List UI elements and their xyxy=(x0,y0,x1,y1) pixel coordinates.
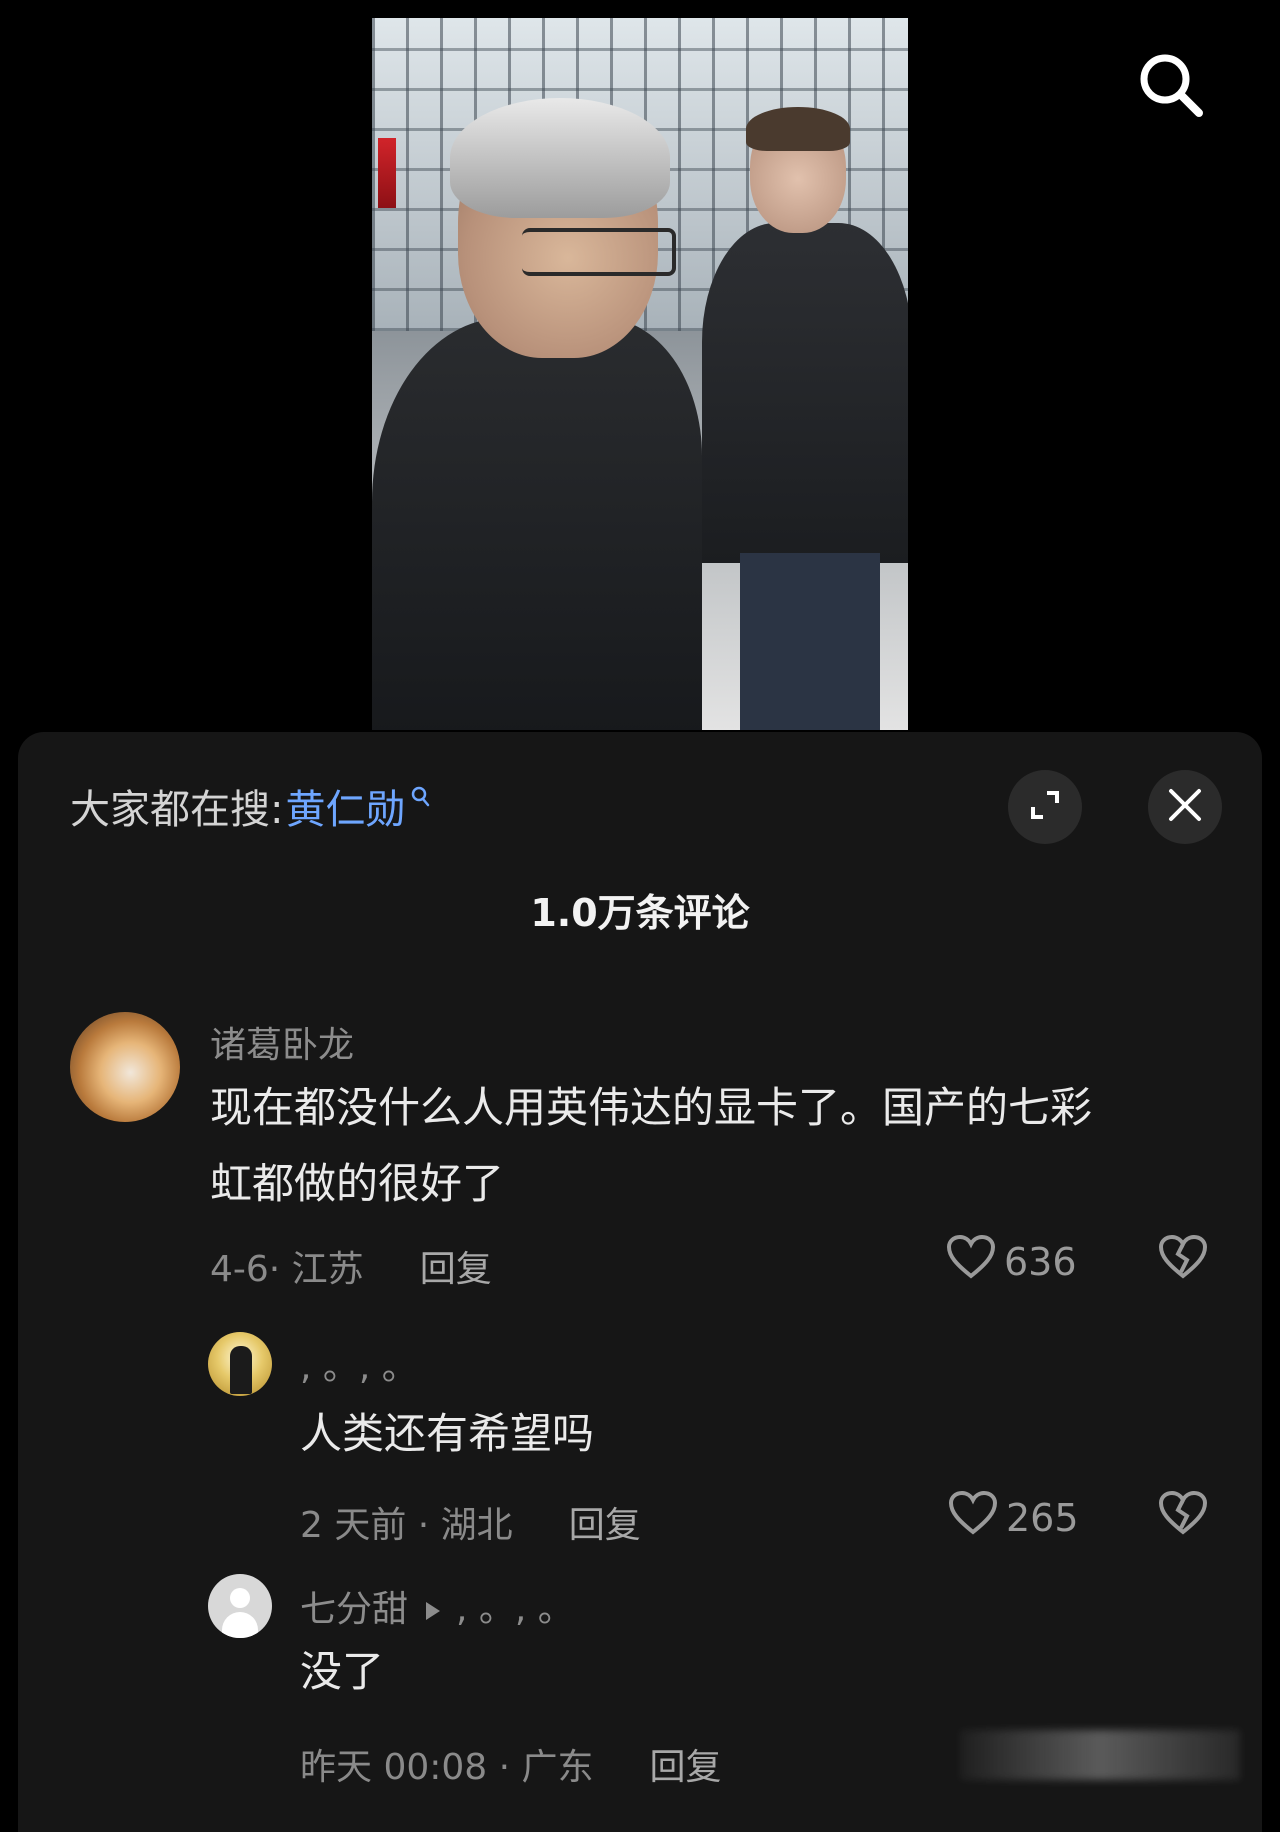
expand-button[interactable] xyxy=(1008,770,1082,844)
reply-username[interactable]: 七分甜 xyxy=(300,1589,408,1630)
comment-text-line: 现在都没什么人用英伟达的显卡了。国产的七彩 xyxy=(210,1083,1093,1132)
small-search-icon xyxy=(411,772,431,818)
like-button[interactable]: 265 xyxy=(948,1490,1079,1545)
watermark xyxy=(960,1730,1240,1780)
heart-icon xyxy=(946,1234,1004,1289)
reply-target-username[interactable]: , 。, 。 xyxy=(456,1589,574,1630)
like-count: 636 xyxy=(1004,1239,1077,1284)
reply-meta: 昨天 00:08 · 广东 回复 xyxy=(300,1738,722,1790)
reply-time-location: 昨天 00:08 · 广东 xyxy=(300,1747,594,1788)
broken-heart-icon xyxy=(1158,1490,1208,1540)
reply-button[interactable]: 回复 xyxy=(650,1738,722,1790)
reply-time-location: 2 天前 · 湖北 xyxy=(300,1505,513,1546)
comment-item: 诸葛卧龙 现在都没什么人用英伟达的显卡了。国产的七彩 虹都做的很好了 4-6· … xyxy=(18,1012,1262,1312)
close-icon xyxy=(1167,787,1203,827)
reply-text: 人类还有希望吗 xyxy=(300,1409,595,1458)
comment-sheet: 大家都在搜: 黄仁勋 1.0万条评论 诸葛卧龙 现在都没什么人用英伟达的显卡了。… xyxy=(18,732,1262,1832)
trending-keyword-link[interactable]: 黄仁勋 xyxy=(285,777,405,835)
trending-prefix: 大家都在搜: xyxy=(70,787,284,833)
comment-count: 1.0万条评论 xyxy=(530,891,750,935)
search-icon[interactable] xyxy=(1136,50,1206,120)
dislike-button[interactable] xyxy=(1158,1234,1208,1284)
like-count: 265 xyxy=(1006,1495,1079,1540)
avatar[interactable] xyxy=(208,1332,272,1396)
reply-text: 没了 xyxy=(300,1647,385,1696)
comment-meta: 4-6· 江苏 回复 xyxy=(210,1240,492,1292)
reply-button[interactable]: 回复 xyxy=(420,1240,492,1292)
comment-text: 现在都没什么人用英伟达的显卡了。国产的七彩 虹都做的很好了 xyxy=(210,1070,1210,1222)
person-bodyguard xyxy=(702,107,908,730)
dislike-button[interactable] xyxy=(1158,1490,1208,1540)
broken-heart-icon xyxy=(1158,1234,1208,1284)
video-player[interactable] xyxy=(372,18,908,730)
close-button[interactable] xyxy=(1148,770,1222,844)
reply-item: , 。, 。 人类还有希望吗 2 天前 · 湖北 回复 265 xyxy=(18,1332,1262,1552)
reply-meta: 2 天前 · 湖北 回复 xyxy=(300,1496,641,1548)
comment-username[interactable]: 诸葛卧龙 xyxy=(210,1016,354,1068)
comment-text-line: 虹都做的很好了 xyxy=(210,1159,505,1208)
reply-username[interactable]: , 。, 。 xyxy=(300,1338,418,1390)
reply-username-row: 七分甜 , 。, 。 xyxy=(300,1580,574,1632)
comment-time-location: 4-6· 江苏 xyxy=(210,1249,364,1290)
person-main xyxy=(372,88,732,730)
heart-icon xyxy=(948,1490,1006,1545)
trending-search-bar[interactable]: 大家都在搜: 黄仁勋 xyxy=(70,776,431,836)
like-button[interactable]: 636 xyxy=(946,1234,1077,1289)
expand-icon xyxy=(1027,787,1063,827)
reply-button[interactable]: 回复 xyxy=(569,1496,641,1548)
reply-arrow-icon xyxy=(426,1602,441,1620)
avatar[interactable] xyxy=(208,1574,272,1638)
avatar[interactable] xyxy=(70,1012,180,1122)
